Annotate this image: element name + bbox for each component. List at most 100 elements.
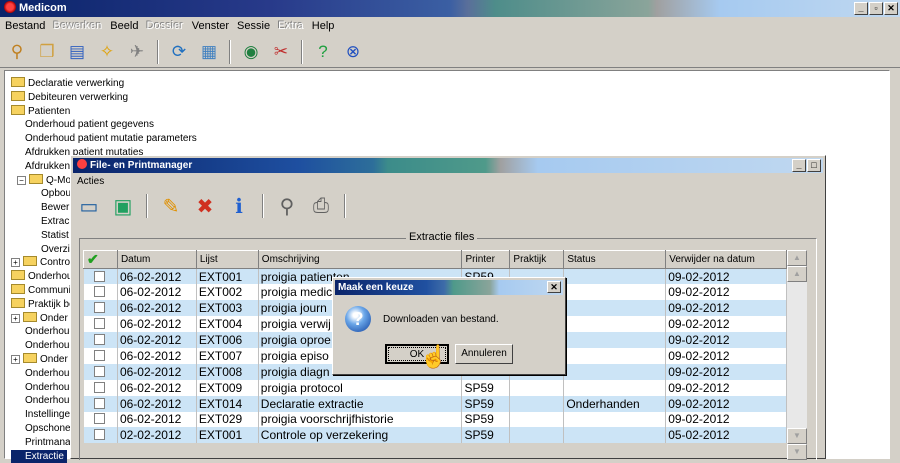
drug-icon[interactable]: ✧ [94, 39, 120, 65]
row-checkbox[interactable] [93, 381, 105, 393]
col-printer[interactable]: Printer [461, 250, 511, 269]
exit-icon[interactable]: ⊗ [340, 39, 366, 65]
row-checkbox[interactable] [93, 365, 105, 377]
tools-icon[interactable]: ✂ [268, 39, 294, 65]
expand-icon[interactable]: + [11, 313, 20, 323]
question-icon: ? [345, 306, 371, 332]
col-verwijder-na-datum[interactable]: Verwijder na datum [665, 250, 787, 269]
collapse-icon[interactable]: − [17, 175, 26, 185]
table-cell: EXT007 [196, 347, 259, 364]
scroll-down-icon[interactable]: ▼ [787, 428, 807, 444]
pin-icon[interactable]: ⚲ [4, 39, 30, 65]
menu-help[interactable]: Help [309, 18, 340, 36]
menu-venster[interactable]: Venster [189, 18, 234, 36]
table-cell: EXT029 [196, 411, 259, 428]
row-checkbox[interactable] [93, 397, 105, 409]
toolbar-separator [157, 39, 159, 64]
table-row[interactable]: 06-02-2012 EXT029 proigia voorschrijfhisto… [83, 411, 787, 428]
row-checkbox[interactable] [93, 413, 105, 425]
row-select-cell[interactable] [83, 284, 118, 301]
row-select-cell[interactable] [83, 347, 118, 364]
table-row[interactable]: 02-02-2012 EXT001 Controle op verzekering S… [83, 427, 787, 444]
tree-item[interactable]: Declaratie verwerking [11, 77, 197, 91]
tree-item-selected[interactable]: Extractie [11, 449, 67, 463]
vertical-scrollbar[interactable]: ▲ ▲ ▼ ▼ [787, 250, 807, 460]
row-select-cell[interactable] [83, 427, 118, 444]
col-lijst[interactable]: Lijst [195, 250, 259, 269]
table-cell: EXT009 [196, 379, 259, 396]
col-status[interactable]: Status [563, 250, 667, 269]
table-cell: 09-02-2012 [665, 316, 787, 333]
help-icon[interactable]: ? [310, 39, 336, 65]
folder-icon [11, 90, 25, 101]
col-datum[interactable]: Datum [116, 250, 197, 269]
table-row[interactable]: 06-02-2012 EXT014 Declaratie extractie SP59… [83, 395, 787, 412]
table-cell [563, 411, 667, 428]
row-checkbox[interactable] [93, 334, 105, 345]
maximize-button[interactable]: □ [807, 159, 821, 172]
table-cell: 06-02-2012 [117, 395, 197, 412]
table-row[interactable]: 06-02-2012 EXT009 proigia protocol SP59 09-0… [83, 379, 787, 396]
table-cell: Controle op verzekering [258, 427, 463, 444]
info-icon[interactable]: ℹ [225, 192, 253, 220]
search-icon[interactable]: ⚲ [273, 192, 301, 220]
row-select-cell[interactable] [83, 379, 118, 396]
table-cell: SP59 [461, 395, 511, 412]
row-checkbox[interactable] [93, 302, 105, 314]
scroll-bottom-icon[interactable]: ▼ [787, 444, 807, 460]
close-button[interactable]: ✕ [884, 2, 898, 15]
expand-icon[interactable]: + [11, 354, 20, 364]
menu-sessie[interactable]: Sessie [234, 18, 275, 36]
menu-bestand[interactable]: Bestand [2, 18, 50, 36]
edit-pencil-icon[interactable]: ✎ [157, 192, 185, 220]
tree-item[interactable]: Debiteuren verwerking [11, 90, 197, 105]
table-cell [563, 427, 667, 444]
col-praktijk[interactable]: Praktijk [509, 250, 565, 269]
table-cell: 09-02-2012 [665, 332, 787, 348]
delete-icon[interactable]: ✖ [191, 192, 219, 220]
cancel-button[interactable]: Annuleren [455, 344, 513, 364]
row-checkbox[interactable] [93, 270, 105, 282]
tree-item[interactable]: Patienten [11, 104, 197, 119]
dialog-close-button[interactable]: ✕ [547, 281, 561, 293]
row-select-cell[interactable] [83, 268, 118, 285]
col-omschrijving[interactable]: Omschrijving [257, 250, 463, 269]
row-select-cell[interactable] [83, 395, 118, 412]
money-icon[interactable]: ◉ [238, 39, 264, 65]
export-icon[interactable]: ▭ [75, 192, 103, 220]
row-checkbox[interactable] [93, 318, 105, 330]
row-select-cell[interactable] [83, 316, 118, 333]
scroll-top-icon[interactable]: ▲ [787, 250, 807, 266]
patients-icon[interactable]: ❒ [34, 39, 60, 65]
row-select-cell[interactable] [83, 363, 118, 380]
cart-icon[interactable]: ✈ [124, 39, 150, 65]
expand-icon[interactable]: + [11, 258, 20, 268]
minimize-button[interactable]: _ [854, 2, 868, 15]
tree-item[interactable]: Onderhoud patient mutatie parameters [11, 132, 197, 146]
print-icon[interactable]: ⎙ [307, 192, 335, 220]
row-select-cell[interactable] [83, 300, 118, 317]
row-select-cell[interactable] [83, 411, 118, 428]
documents-icon[interactable]: ▤ [64, 39, 90, 65]
row-select-cell[interactable] [83, 332, 118, 348]
table-cell: EXT014 [196, 395, 259, 412]
minimize-button[interactable]: _ [792, 159, 806, 172]
table-cell [563, 363, 667, 380]
tree-item[interactable]: Onderhoud patient gegevens [11, 118, 197, 132]
table-cell: EXT002 [196, 284, 259, 301]
row-checkbox[interactable] [93, 286, 105, 298]
select-all-check-icon[interactable]: ✔ [83, 250, 118, 269]
refresh-icon[interactable]: ⟳ [166, 39, 192, 65]
menu-beeld[interactable]: Beeld [107, 18, 143, 36]
table-cell: 06-02-2012 [117, 363, 197, 380]
import-icon[interactable]: ▣ [109, 192, 137, 220]
calendar-icon[interactable]: ▦ [196, 39, 222, 65]
restore-button[interactable]: ▫ [869, 2, 883, 15]
folder-icon [11, 77, 25, 87]
menu-extra: Extra [278, 20, 304, 32]
menu-acties[interactable]: Acties [77, 176, 104, 187]
row-checkbox[interactable] [93, 429, 105, 441]
row-checkbox[interactable] [93, 349, 105, 361]
scroll-up-icon[interactable]: ▲ [787, 266, 807, 282]
filemanager-toolbar: ▭ ▣ ✎ ✖ ℹ ⚲ ⎙ [75, 192, 349, 220]
